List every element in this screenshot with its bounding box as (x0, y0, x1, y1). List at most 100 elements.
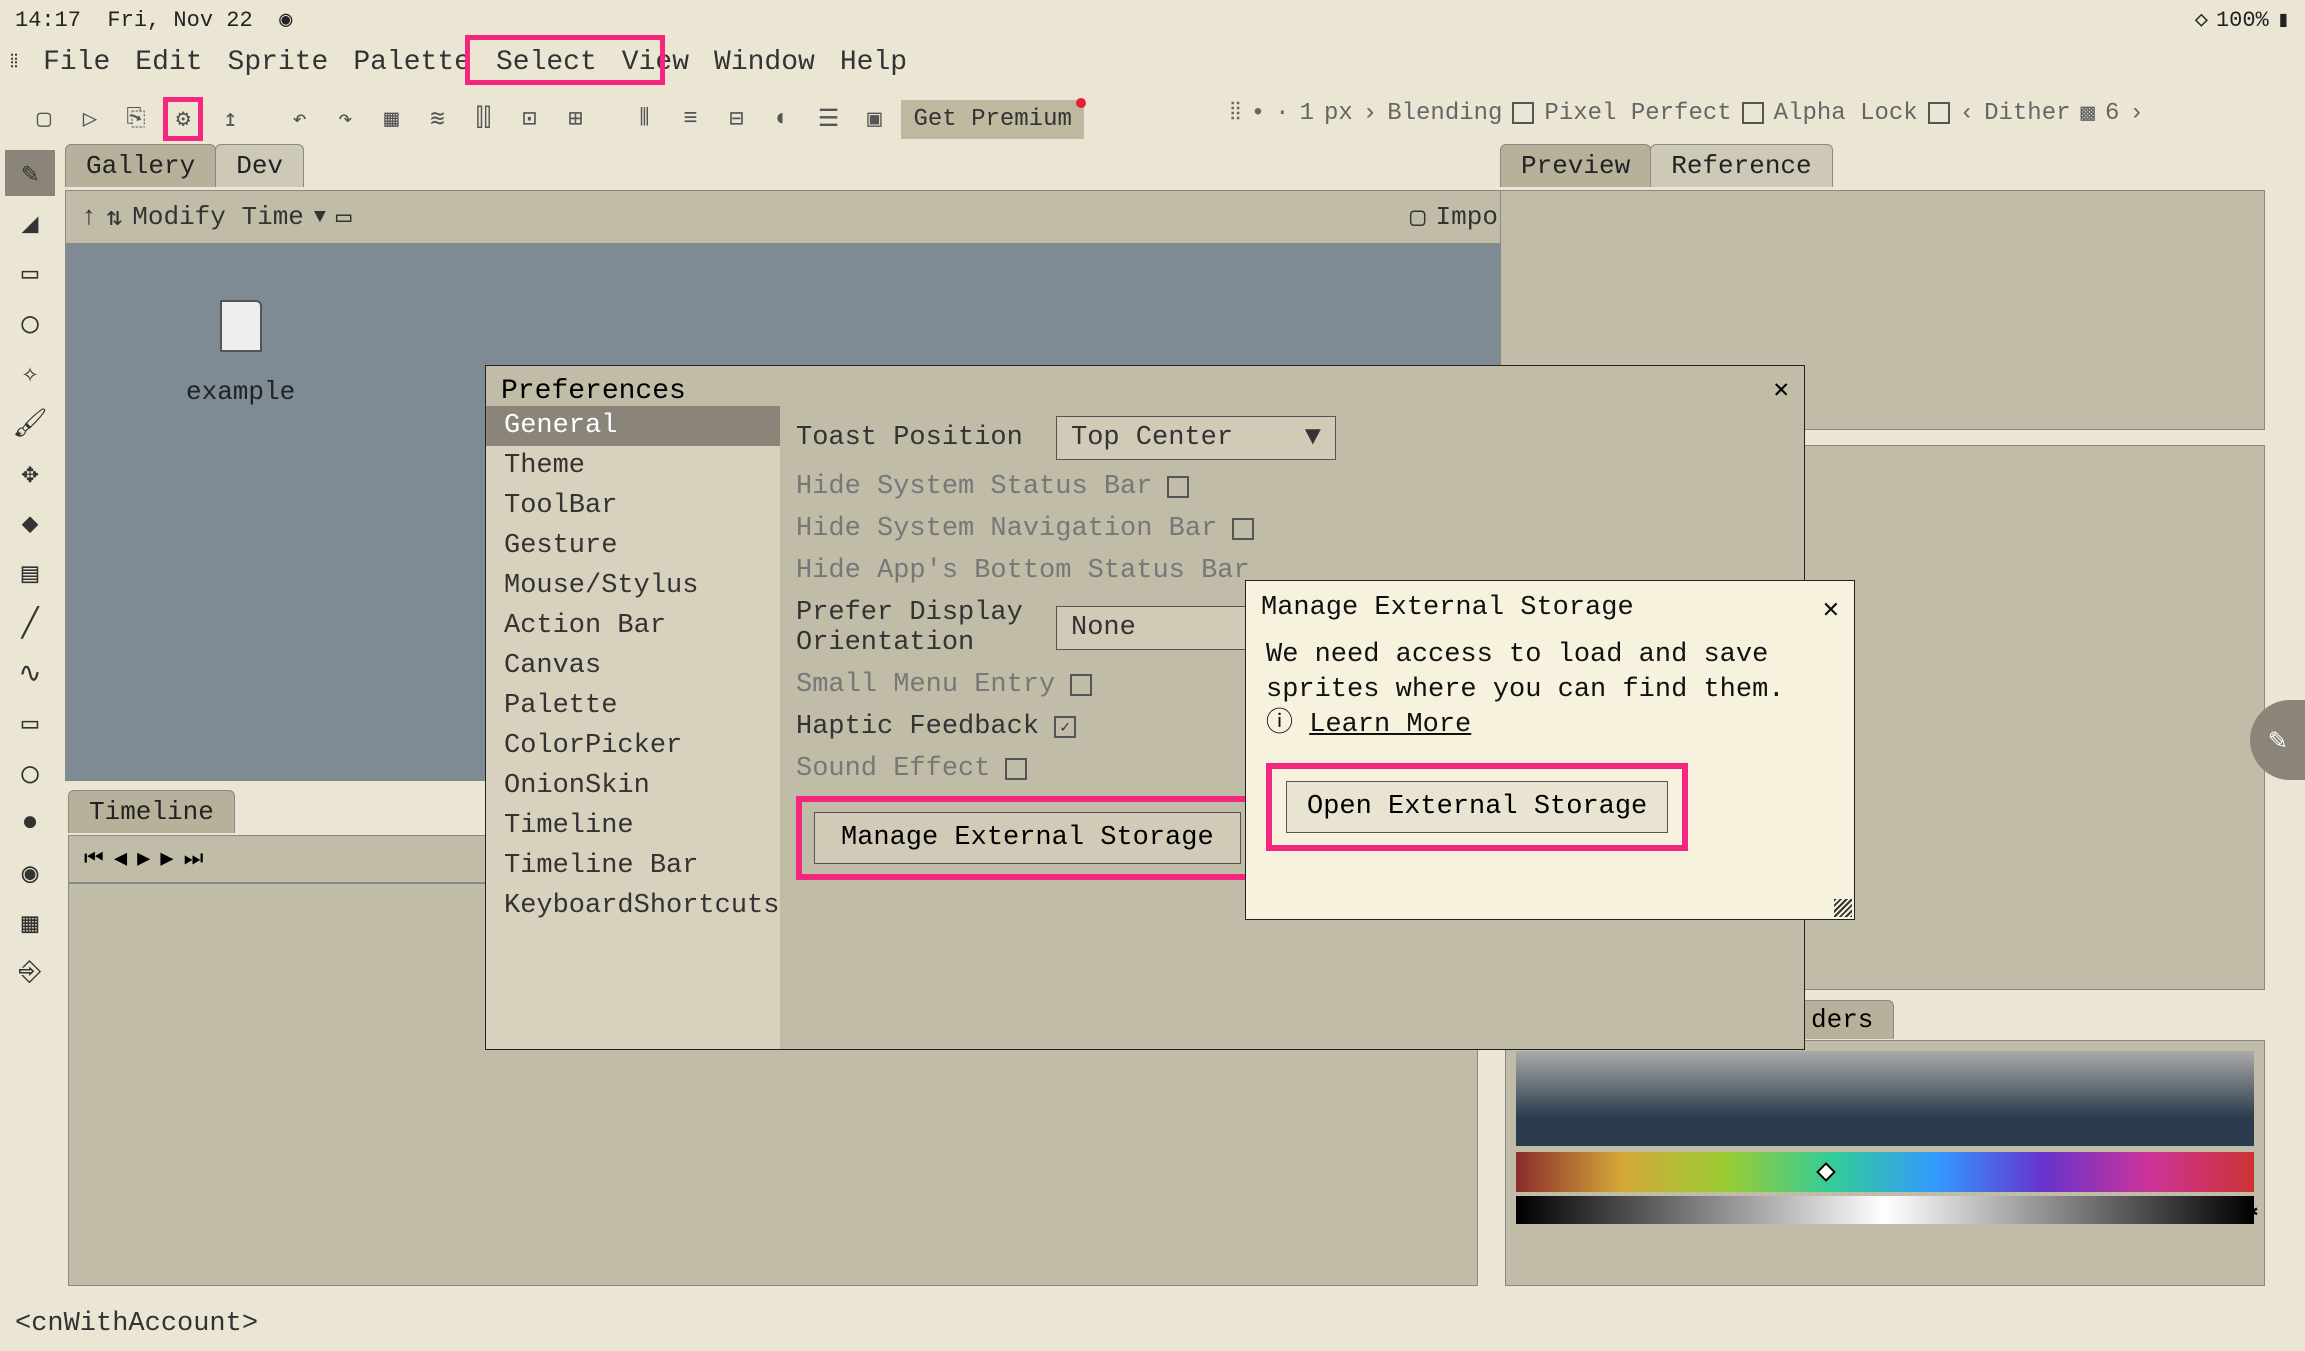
pixel-perfect-checkbox[interactable] (1742, 102, 1764, 124)
brush-size-value[interactable]: 1 (1300, 100, 1314, 127)
up-arrow-icon[interactable]: ↑ (81, 202, 97, 232)
play-icon[interactable]: ▶ (137, 846, 150, 872)
toast-position-select[interactable]: Top Center ▼ (1056, 416, 1336, 460)
drag-grip-icon[interactable]: ⦙⦙ (1230, 99, 1241, 127)
hue-slider[interactable] (1516, 1152, 2254, 1192)
new-file-icon[interactable]: ▢ (25, 100, 63, 138)
tab-reference[interactable]: Reference (1650, 144, 1832, 187)
line-tool[interactable]: ╱ (5, 600, 55, 646)
magic-wand-tool[interactable]: ✧ (5, 350, 55, 396)
menu-sprite[interactable]: Sprite (228, 47, 329, 78)
marquee-tool[interactable]: ▭ (5, 250, 55, 296)
flip-icon[interactable]: ⊟ (717, 100, 755, 138)
blending-checkbox[interactable] (1512, 102, 1534, 124)
crop-icon[interactable]: ⊡ (510, 100, 548, 138)
rotate-icon[interactable]: ◐ (763, 100, 801, 138)
mirror-y-icon[interactable]: ≡ (671, 100, 709, 138)
prefs-cat-canvas[interactable]: Canvas (486, 646, 780, 686)
brush-dot-icon[interactable]: • (1251, 100, 1265, 127)
gallery-file-item[interactable]: example (186, 300, 295, 407)
learn-more-link[interactable]: Learn More (1309, 710, 1471, 740)
open-folder-icon[interactable]: ▷ (71, 100, 109, 138)
lasso-tool[interactable]: ◯ (5, 300, 55, 346)
tab-gallery[interactable]: Gallery (65, 144, 216, 187)
prefs-cat-toolbar[interactable]: ToolBar (486, 486, 780, 526)
folder-icon[interactable]: ▢ (1410, 202, 1426, 233)
sound-checkbox[interactable] (1005, 758, 1027, 780)
sliders-icon[interactable]: ⫿⫿ (464, 100, 502, 138)
curve-tool[interactable]: ∿ (5, 650, 55, 696)
prefs-cat-colorpicker[interactable]: ColorPicker (486, 726, 780, 766)
pattern-tool[interactable]: ▦ (5, 900, 55, 946)
rect-tool[interactable]: ▭ (5, 700, 55, 746)
menu-select[interactable]: Select (496, 47, 597, 78)
save-icon[interactable]: ⎘ (117, 100, 155, 138)
get-premium-button[interactable]: Get Premium (901, 100, 1083, 139)
menu-palette[interactable]: Palette (353, 47, 471, 78)
brush-ring-icon[interactable]: · (1275, 100, 1289, 127)
resize-handle-icon[interactable] (1834, 899, 1852, 917)
eraser-tool[interactable]: ◢ (5, 200, 55, 246)
view-mode-icon[interactable]: ▭ (336, 202, 352, 233)
blending-label[interactable]: Blending (1387, 100, 1502, 127)
menu-edit[interactable]: Edit (135, 47, 202, 78)
prefs-cat-timeline[interactable]: Timeline (486, 806, 780, 846)
tab-preview[interactable]: Preview (1500, 144, 1651, 187)
ellipse-tool[interactable]: ◯ (5, 750, 55, 796)
tab-timeline[interactable]: Timeline (68, 790, 235, 833)
next-frame-icon[interactable]: ▶ (160, 846, 173, 872)
menu-window[interactable]: Window (714, 47, 815, 78)
skip-first-icon[interactable]: ⏮ (84, 847, 104, 872)
skip-last-icon[interactable]: ⏭ (184, 847, 204, 872)
value-slider[interactable]: ✱ (1516, 1196, 2254, 1224)
gradient-tool[interactable]: ▤ (5, 550, 55, 596)
prefs-cat-onionskin[interactable]: OnionSkin (486, 766, 780, 806)
dither-label[interactable]: Dither (1984, 100, 2070, 127)
resize-icon[interactable]: ⊞ (556, 100, 594, 138)
mirror-x-icon[interactable]: ⦀ (625, 100, 663, 138)
ink-tool[interactable]: ◉ (5, 850, 55, 896)
pixel-perfect-label[interactable]: Pixel Perfect (1544, 100, 1731, 127)
tab-ders[interactable]: ders (1790, 1000, 1894, 1039)
sort-dropdown-icon[interactable]: ▼ (314, 206, 326, 229)
undo-icon[interactable]: ↶ (280, 100, 318, 138)
preferences-close-button[interactable]: ✕ (1773, 374, 1789, 405)
grid-icon[interactable]: ▦ (372, 100, 410, 138)
fill-tool[interactable]: ◆ (5, 500, 55, 546)
saturation-value-picker[interactable] (1516, 1051, 2254, 1146)
haptic-checkbox[interactable]: ✓ (1054, 716, 1076, 738)
hide-status-bar-checkbox[interactable] (1167, 476, 1189, 498)
hide-nav-bar-checkbox[interactable] (1232, 518, 1254, 540)
layers-icon[interactable]: ≋ (418, 100, 456, 138)
tab-dev[interactable]: Dev (215, 144, 304, 187)
prev-frame-icon[interactable]: ◀ (114, 846, 127, 872)
small-menu-checkbox[interactable] (1070, 674, 1092, 696)
prefs-cat-theme[interactable]: Theme (486, 446, 780, 486)
alpha-lock-checkbox[interactable] (1928, 102, 1950, 124)
prefs-cat-palette[interactable]: Palette (486, 686, 780, 726)
prefs-cat-general[interactable]: General (486, 406, 780, 446)
tile-icon[interactable]: ▣ (855, 100, 893, 138)
prefs-cat-action-bar[interactable]: Action Bar (486, 606, 780, 646)
drag-grip-icon[interactable]: ⦙⦙ (10, 52, 18, 73)
sort-icon[interactable]: ⇅ (107, 202, 123, 233)
open-external-storage-button[interactable]: Open External Storage (1286, 781, 1668, 833)
move-tool[interactable]: ✥ (5, 450, 55, 496)
blur-tool[interactable]: ● (5, 800, 55, 846)
menu-view[interactable]: View (622, 47, 689, 78)
brush-tool[interactable]: 🖌 (5, 400, 55, 446)
prefs-cat-gesture[interactable]: Gesture (486, 526, 780, 566)
external-popup-close-button[interactable]: ✕ (1823, 593, 1839, 626)
stack-icon[interactable]: ☰ (809, 100, 847, 138)
pencil-tool[interactable]: ✎ (5, 150, 55, 196)
alpha-lock-label[interactable]: Alpha Lock (1774, 100, 1918, 127)
menu-help[interactable]: Help (840, 47, 907, 78)
lock-tool[interactable]: ⎆ (5, 950, 55, 996)
sort-mode-label[interactable]: Modify Time (132, 202, 304, 232)
export-icon[interactable]: ↥ (211, 100, 249, 138)
prefs-cat-timeline-bar[interactable]: Timeline Bar (486, 846, 780, 886)
dither-value[interactable]: 6 (2105, 100, 2119, 127)
dither-pattern-icon[interactable]: ▩ (2081, 98, 2095, 128)
prefs-cat-keyboard-shortcuts[interactable]: KeyboardShortcuts (486, 886, 780, 926)
settings-button-highlighted[interactable]: ⚙ (163, 97, 203, 141)
